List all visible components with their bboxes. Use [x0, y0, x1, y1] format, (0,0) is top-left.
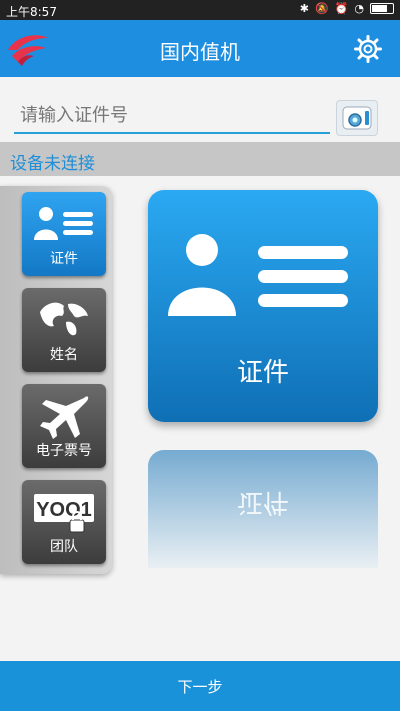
status-bar: 上午8:57 ✱ 🔕 ⏰ ◔	[0, 0, 400, 20]
app-header: 国内值机	[0, 20, 400, 77]
camera-icon	[342, 106, 372, 130]
id-number-input[interactable]	[14, 98, 330, 134]
team-lock-icon: YOO1	[34, 494, 94, 533]
tab-team[interactable]: YOO1 团队	[22, 480, 106, 564]
alarm-icon: ⏰	[334, 2, 349, 15]
mute-icon: 🔕	[314, 2, 329, 15]
next-step-label: 下一步	[177, 678, 223, 696]
wifi-icon: ◔	[354, 2, 364, 15]
status-icons: ✱ 🔕 ⏰ ◔	[300, 2, 394, 15]
query-type-tab-panel: 证件 姓名 电子票号 YOO1 团队	[0, 186, 112, 574]
bluetooth-icon: ✱	[299, 2, 309, 15]
camera-scan-button[interactable]	[336, 100, 378, 136]
tab-e-ticket[interactable]: 电子票号	[22, 384, 106, 468]
connection-status-bar: 设备未连接	[0, 142, 400, 176]
team-icon-text: YOO1	[36, 499, 92, 521]
airplane-icon	[40, 396, 89, 439]
card-label: 证件	[236, 358, 289, 388]
id-card-icon	[34, 207, 93, 240]
next-step-button[interactable]: 下一步	[0, 661, 400, 711]
battery-icon	[370, 3, 394, 14]
tab-name[interactable]: 姓名	[22, 288, 106, 372]
globe-icon	[40, 302, 88, 336]
tab-label: 电子票号	[36, 443, 92, 459]
tab-label: 证件	[50, 251, 78, 267]
id-card-icon	[168, 234, 348, 316]
status-time: 上午8:57	[6, 5, 57, 19]
selected-query-card[interactable]: 证件	[148, 190, 378, 422]
page-title: 国内值机	[160, 40, 240, 64]
tab-label: 姓名	[50, 347, 78, 363]
connection-status-text: 设备未连接	[10, 154, 95, 174]
tab-label: 团队	[50, 539, 78, 555]
tab-id-card[interactable]: 证件	[22, 192, 106, 276]
card-reflection-label: 证件	[236, 487, 289, 517]
settings-gear-icon[interactable]	[354, 35, 382, 63]
id-input-row	[14, 98, 330, 136]
card-reflection: 证件	[148, 450, 378, 568]
